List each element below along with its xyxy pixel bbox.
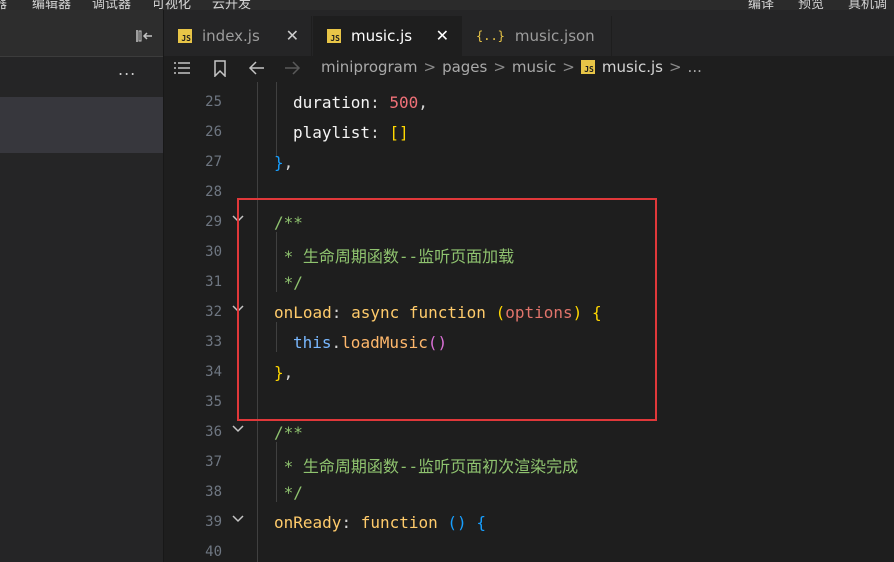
breadcrumb-bar: miniprogram > pages > music > JS music.j…: [164, 56, 894, 82]
tab-music-json[interactable]: {..} music.json: [462, 16, 612, 56]
js-file-icon: JS: [178, 29, 192, 43]
line-number: 28: [205, 184, 222, 200]
code-text: /**: [274, 423, 303, 442]
menu-item-cloud[interactable]: 云开发: [212, 0, 251, 10]
menu-item-editor[interactable]: 编辑器: [32, 0, 71, 10]
line-number: 30: [205, 244, 222, 260]
close-icon[interactable]: ✕: [436, 26, 449, 45]
forward-arrow-icon[interactable]: [283, 61, 301, 79]
breadcrumb: miniprogram > pages > music > JS music.j…: [321, 58, 702, 76]
line-number: 37: [205, 454, 222, 470]
code-line[interactable]: 38 */: [164, 480, 894, 510]
breadcrumb-item-miniprogram[interactable]: miniprogram: [321, 58, 417, 76]
close-icon[interactable]: ✕: [286, 26, 299, 45]
code-line[interactable]: 27},: [164, 150, 894, 180]
tab-label: music.json: [514, 27, 595, 45]
line-number: 33: [205, 334, 222, 350]
line-number: 25: [205, 94, 222, 110]
outline-list-icon[interactable]: [173, 61, 191, 79]
code-token: ,: [283, 153, 294, 172]
tab-label: index.js: [202, 27, 260, 45]
json-file-icon: {..}: [476, 29, 505, 43]
tab-index-js[interactable]: JS index.js ✕: [164, 16, 312, 56]
code-token: (): [447, 513, 467, 532]
menu-item-debugger[interactable]: 调试器: [92, 0, 131, 10]
code-token: onReady: [274, 513, 342, 532]
code-token: []: [389, 123, 409, 142]
code-token: ,: [418, 93, 428, 112]
code-text: playlist: []: [293, 123, 409, 142]
code-token: :: [341, 513, 361, 532]
breadcrumb-item-music-js[interactable]: music.js: [602, 58, 663, 76]
code-token: 500: [389, 93, 419, 112]
code-text: },: [274, 153, 293, 172]
code-line[interactable]: 26 playlist: []: [164, 120, 894, 150]
fold-chevron-icon[interactable]: [232, 422, 244, 438]
back-arrow-icon[interactable]: [248, 61, 266, 79]
menu-bar: 器 编辑器 调试器 可视化 云开发 编译 预览 真机调: [0, 0, 894, 10]
code-line[interactable]: 40: [164, 540, 894, 562]
line-number: 38: [205, 484, 222, 500]
left-panel: [0, 10, 163, 562]
code-token: :: [370, 123, 390, 142]
code-token: * 生命周期函数--监听页面初次渲染完成: [274, 457, 579, 476]
bookmark-icon[interactable]: [213, 60, 227, 81]
code-text: */: [274, 483, 303, 502]
tab-label: music.js: [351, 27, 413, 45]
line-number: 35: [205, 394, 222, 410]
left-panel-selected-row[interactable]: [0, 97, 163, 153]
left-panel-divider: [0, 56, 163, 57]
breadcrumb-item-music[interactable]: music: [512, 58, 556, 76]
breadcrumb-item-pages[interactable]: pages: [442, 58, 487, 76]
breadcrumb-separator: >: [668, 58, 682, 76]
menu-item-visual[interactable]: 可视化: [152, 0, 191, 10]
code-line[interactable]: 39 onReady: function () {: [164, 510, 894, 540]
line-number: 36: [205, 424, 222, 440]
code-token: /**: [274, 423, 303, 442]
line-number: 32: [205, 304, 222, 320]
code-text: duration: 500,: [293, 93, 428, 112]
line-number: 34: [205, 364, 222, 380]
code-token: {: [476, 513, 486, 532]
menu-item-compile[interactable]: 编译: [748, 0, 774, 10]
code-line[interactable]: 37 * 生命周期函数--监听页面初次渲染完成: [164, 450, 894, 480]
menu-item-preview[interactable]: 预览: [798, 0, 824, 10]
menu-item-real-device[interactable]: 真机调: [848, 0, 887, 10]
code-token: }: [274, 153, 284, 172]
code-line[interactable]: 36 /**: [164, 420, 894, 450]
code-line[interactable]: 25 duration: 500,: [164, 90, 894, 120]
code-text: onReady: function () {: [274, 513, 486, 532]
line-number: 40: [205, 544, 222, 560]
code-token: function: [360, 513, 438, 532]
code-token: duration: [293, 93, 371, 112]
menu-item-simulator[interactable]: 器: [0, 0, 7, 10]
breadcrumb-separator: >: [493, 58, 506, 76]
highlight-box: [237, 198, 657, 421]
code-text: * 生命周期函数--监听页面初次渲染完成: [274, 453, 579, 477]
line-number: 31: [205, 274, 222, 290]
line-number: 27: [205, 154, 222, 170]
breadcrumb-item-more[interactable]: ...: [688, 58, 702, 76]
code-token: playlist: [293, 123, 371, 142]
tab-music-js[interactable]: JS music.js ✕: [313, 16, 462, 56]
code-token: :: [370, 93, 390, 112]
breadcrumb-separator: >: [423, 58, 437, 76]
toggle-sidebar-icon[interactable]: [135, 28, 153, 44]
line-number: 39: [205, 514, 222, 530]
line-number: 29: [205, 214, 222, 230]
code-token: */: [274, 483, 303, 502]
fold-chevron-icon[interactable]: [232, 512, 244, 528]
js-file-icon: JS: [580, 60, 595, 74]
line-number: 26: [205, 124, 222, 140]
breadcrumb-separator: >: [562, 58, 575, 76]
more-actions-icon[interactable]: ...: [118, 60, 136, 79]
js-file-icon: JS: [327, 29, 341, 43]
